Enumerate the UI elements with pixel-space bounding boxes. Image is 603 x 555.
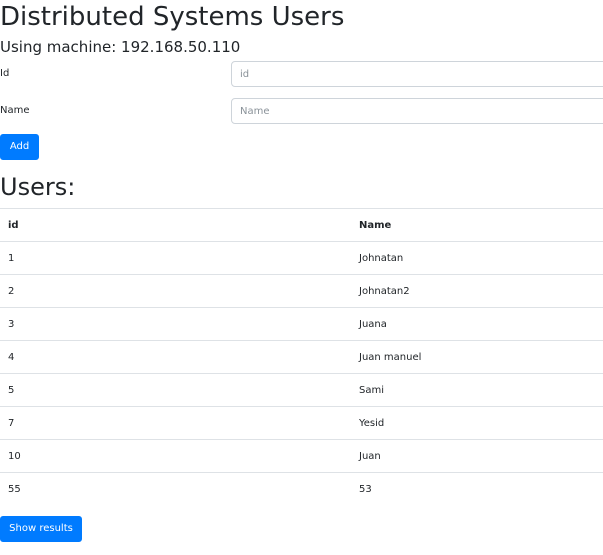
cell-name: Juan [351,439,603,473]
show-results-button[interactable]: Show results [0,516,82,542]
cell-name: Johnatan2 [351,274,603,308]
column-header-id: id [0,208,351,242]
table-row: 4 Juan manuel [0,340,603,374]
cell-name: Johnatan [351,241,603,275]
table-row: 2 Johnatan2 [0,274,603,308]
table-row: 10 Juan [0,439,603,473]
cell-id: 5 [0,373,351,407]
table-row: 1 Johnatan [0,241,603,275]
column-header-name: Name [351,208,603,242]
page-title: Distributed Systems Users [0,2,345,32]
users-heading: Users: [0,173,76,201]
users-table: id Name 1 Johnatan 2 Johnatan2 3 Juana 4… [0,208,603,506]
machine-info: Using machine: 192.168.50.110 [0,38,241,56]
name-input[interactable] [231,98,603,124]
page: Distributed Systems Users Using machine:… [0,0,603,555]
add-button[interactable]: Add [0,134,39,160]
table-row: 55 53 [0,472,603,506]
cell-name: 53 [351,472,603,506]
cell-id: 3 [0,307,351,341]
table-row: 3 Juana [0,307,603,341]
cell-id: 4 [0,340,351,374]
table-header-row: id Name [0,208,603,242]
cell-name: Sami [351,373,603,407]
id-input[interactable] [231,61,603,87]
id-label: Id [0,68,10,79]
cell-name: Juana [351,307,603,341]
cell-name: Yesid [351,406,603,440]
name-label: Name [0,105,30,116]
cell-id: 7 [0,406,351,440]
cell-id: 2 [0,274,351,308]
cell-id: 1 [0,241,351,275]
cell-id: 55 [0,472,351,506]
table-row: 7 Yesid [0,406,603,440]
table-row: 5 Sami [0,373,603,407]
cell-name: Juan manuel [351,340,603,374]
cell-id: 10 [0,439,351,473]
